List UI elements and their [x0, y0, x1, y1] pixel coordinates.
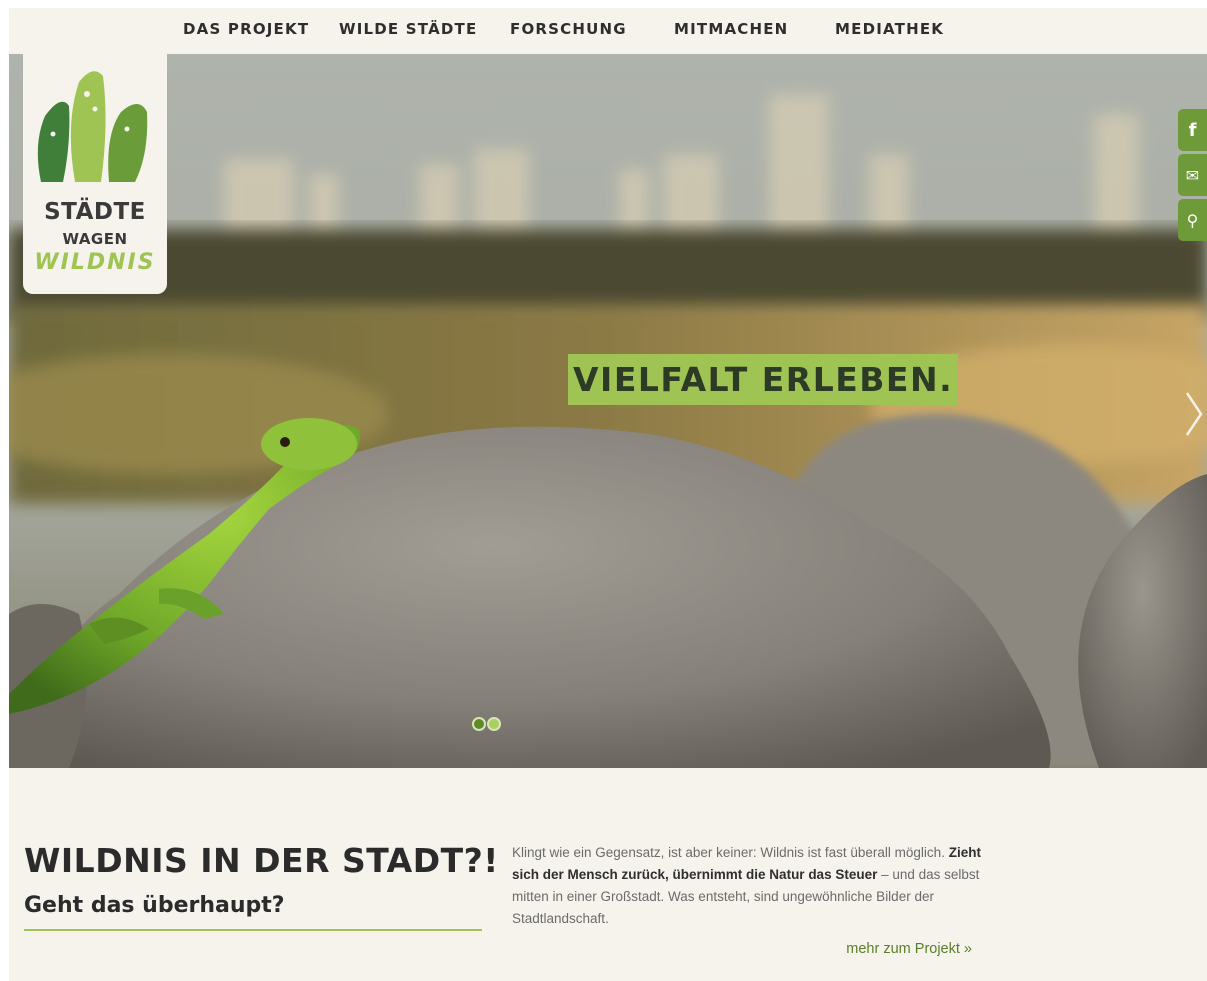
page: DAS PROJEKT WILDE STÄDTE FORSCHUNG MITMA…: [9, 8, 1207, 981]
slider-pagination: [472, 717, 501, 731]
slider-next-arrow-icon[interactable]: [1183, 389, 1205, 439]
site-logo[interactable]: STÄDTE WAGEN WILDNIS: [23, 54, 167, 294]
hero-slogan: VIELFALT ERLEBEN.: [568, 354, 959, 405]
mail-icon: ✉: [1185, 165, 1200, 185]
main-navigation: DAS PROJEKT WILDE STÄDTE FORSCHUNG MITMA…: [9, 8, 1207, 54]
logo-text-wagen: WAGEN: [62, 230, 128, 248]
facebook-icon: f: [1188, 119, 1197, 141]
nav-item-das-projekt[interactable]: DAS PROJEKT: [183, 20, 309, 38]
intro-subtitle: Geht das überhaupt?: [24, 893, 285, 918]
more-about-project-link[interactable]: mehr zum Projekt »: [812, 941, 972, 957]
nav-item-mitmachen[interactable]: MITMACHEN: [674, 20, 788, 38]
mail-button[interactable]: ✉: [1178, 154, 1207, 196]
intro-title: WILDNIS IN DER STADT?!: [24, 841, 499, 880]
nav-item-wilde-staedte[interactable]: WILDE STÄDTE: [339, 20, 477, 38]
search-icon: ⚲: [1186, 210, 1199, 230]
logo-text-staedte: STÄDTE: [44, 199, 146, 225]
slider-dot-1[interactable]: [472, 717, 486, 731]
search-button[interactable]: ⚲: [1178, 199, 1207, 241]
nav-item-mediathek[interactable]: MEDIATHEK: [835, 20, 944, 38]
hero-image-lizard-on-rock: [9, 54, 1207, 768]
hero-slider: STÄDTE WAGEN WILDNIS VIELFALT ERLEBEN. f…: [9, 54, 1207, 768]
intro-divider: [24, 929, 482, 931]
logo-leaves-icon: [37, 71, 148, 182]
nav-item-forschung[interactable]: FORSCHUNG: [510, 20, 627, 38]
logo-text-wildnis: WILDNIS: [34, 250, 156, 275]
slider-dot-2[interactable]: [487, 717, 501, 731]
intro-text-part1: Klingt wie ein Gegensatz, ist aber keine…: [512, 845, 949, 860]
facebook-button[interactable]: f: [1178, 109, 1207, 151]
intro-paragraph: Klingt wie ein Gegensatz, ist aber keine…: [512, 842, 982, 930]
